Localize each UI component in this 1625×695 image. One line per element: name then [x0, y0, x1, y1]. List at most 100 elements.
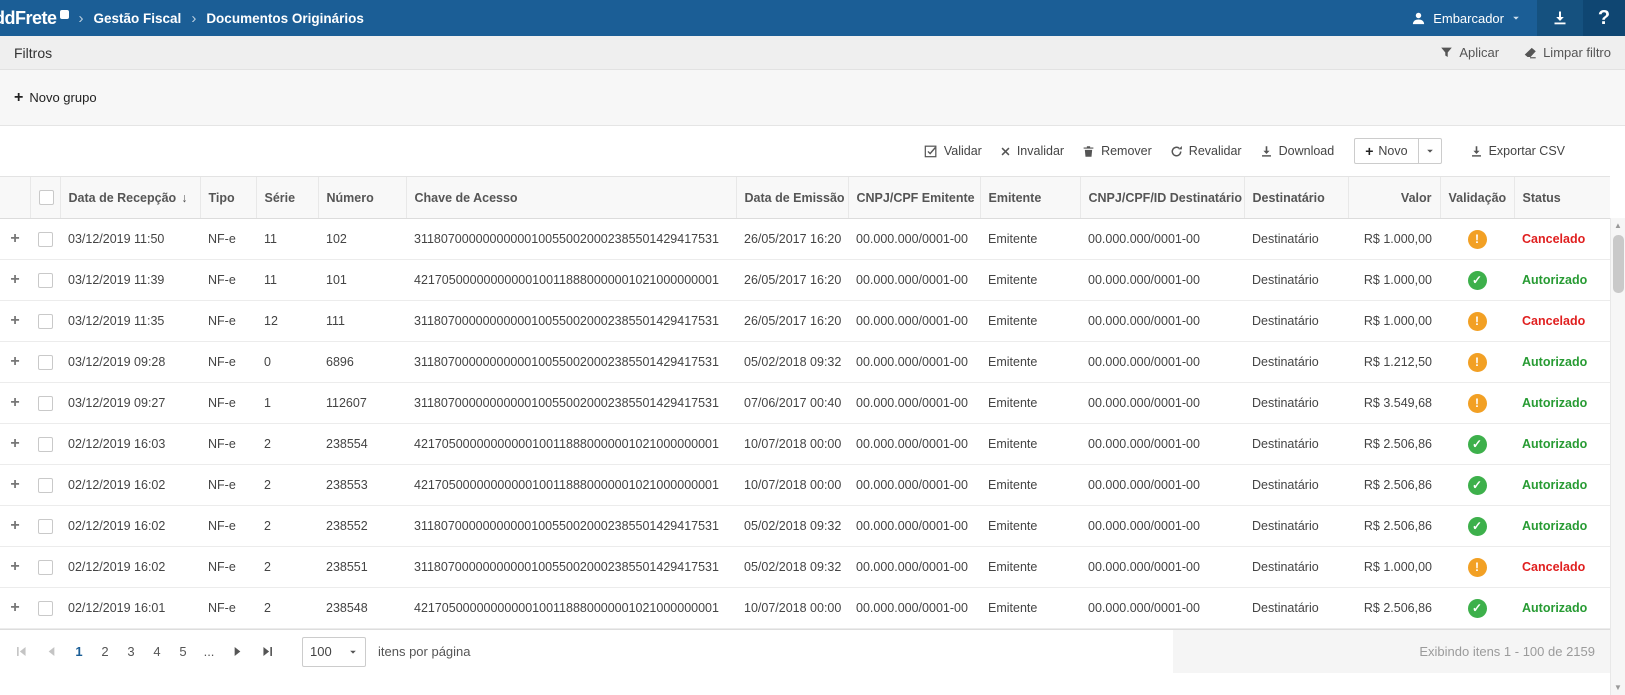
cell-validacao: ✓	[1440, 588, 1514, 629]
first-page-button[interactable]	[6, 637, 36, 667]
column-header-valor[interactable]: Valor	[1348, 177, 1440, 219]
page-button[interactable]: 4	[144, 637, 170, 667]
row-checkbox[interactable]	[38, 437, 53, 452]
cell-valor: R$ 1.000,00	[1348, 547, 1440, 588]
last-page-button[interactable]	[252, 637, 282, 667]
row-checkbox[interactable]	[38, 601, 53, 616]
new-button[interactable]: + Novo	[1355, 139, 1417, 163]
column-header-destinatario[interactable]: Destinatário	[1244, 177, 1348, 219]
checkbox-cell	[30, 506, 60, 547]
row-expand-button[interactable]: +	[10, 353, 19, 370]
scroll-down-arrow[interactable]: ▼	[1611, 680, 1625, 695]
page-size-select[interactable]: 100	[302, 637, 366, 667]
revalidate-button[interactable]: Revalidar	[1170, 144, 1242, 158]
row-expand-button[interactable]: +	[10, 394, 19, 411]
row-expand-button[interactable]: +	[10, 517, 19, 534]
cell-chave-acesso: 3118070000000000010055002000238550142941…	[406, 506, 736, 547]
export-csv-button[interactable]: Exportar CSV	[1470, 144, 1565, 158]
download-icon	[1470, 145, 1483, 158]
select-all-checkbox[interactable]	[39, 190, 54, 205]
row-checkbox[interactable]	[38, 232, 53, 247]
column-header-tipo[interactable]: Tipo	[200, 177, 256, 219]
column-header-cnpj-emitente[interactable]: CNPJ/CPF Emitente	[848, 177, 980, 219]
row-checkbox[interactable]	[38, 396, 53, 411]
table-row[interactable]: + 02/12/2019 16:02 NF-e 2 238551 3118070…	[0, 547, 1610, 588]
row-checkbox[interactable]	[38, 519, 53, 534]
table-row[interactable]: + 02/12/2019 16:02 NF-e 2 238553 4217050…	[0, 465, 1610, 506]
row-checkbox[interactable]	[38, 355, 53, 370]
row-checkbox[interactable]	[38, 560, 53, 575]
page-button[interactable]: 3	[118, 637, 144, 667]
column-header-chave[interactable]: Chave de Acesso	[406, 177, 736, 219]
cell-cnpj-destinatario: 00.000.000/0001-00	[1080, 588, 1244, 629]
download-icon	[1260, 145, 1273, 158]
row-expand-button[interactable]: +	[10, 599, 19, 616]
breadcrumb-documentos-originarios[interactable]: Documentos Originários	[206, 11, 364, 26]
table-row[interactable]: + 03/12/2019 11:39 NF-e 11 101 421705000…	[0, 260, 1610, 301]
filters-actions: Aplicar Limpar filtro	[1440, 45, 1611, 60]
cell-validacao: ✓	[1440, 424, 1514, 465]
column-header-emitente[interactable]: Emitente	[980, 177, 1080, 219]
table-row[interactable]: + 03/12/2019 09:27 NF-e 1 112607 3118070…	[0, 383, 1610, 424]
clear-filter-button[interactable]: Limpar filtro	[1523, 45, 1611, 60]
new-group-button[interactable]: + Novo grupo	[14, 90, 97, 106]
page-button[interactable]: 5	[170, 637, 196, 667]
column-header-emissao[interactable]: Data de Emissão	[736, 177, 848, 219]
refresh-icon	[1170, 145, 1183, 158]
breadcrumb-gestao-fiscal[interactable]: Gestão Fiscal	[94, 11, 182, 26]
apply-filter-button[interactable]: Aplicar	[1440, 45, 1499, 60]
row-expand-button[interactable]: +	[10, 312, 19, 329]
row-expand-button[interactable]: +	[10, 271, 19, 288]
row-expand-button[interactable]: +	[10, 435, 19, 452]
export-csv-label: Exportar CSV	[1489, 144, 1565, 158]
scroll-up-arrow[interactable]: ▲	[1611, 218, 1625, 233]
page-size-value: 100	[310, 644, 332, 659]
new-dropdown-toggle[interactable]	[1418, 139, 1441, 163]
previous-page-button[interactable]	[36, 637, 66, 667]
validate-button[interactable]: Validar	[924, 144, 982, 158]
table-row[interactable]: + 02/12/2019 16:03 NF-e 2 238554 4217050…	[0, 424, 1610, 465]
validation-icon: !	[1468, 353, 1487, 372]
row-checkbox[interactable]	[38, 314, 53, 329]
cell-cnpj-emitente: 00.000.000/0001-00	[848, 260, 980, 301]
cell-cnpj-destinatario: 00.000.000/0001-00	[1080, 260, 1244, 301]
download-button[interactable]: Download	[1260, 144, 1335, 158]
app-logo: ddFrete	[0, 8, 69, 29]
table-row[interactable]: + 03/12/2019 09:28 NF-e 0 6896 311807000…	[0, 342, 1610, 383]
column-header-data-recepcao[interactable]: Data de Recepção↓	[60, 177, 200, 219]
page-button[interactable]: 1	[66, 637, 92, 667]
scrollbar-thumb[interactable]	[1613, 235, 1624, 293]
page-size-label: itens por página	[378, 644, 471, 659]
cell-cnpj-emitente: 00.000.000/0001-00	[848, 424, 980, 465]
table-row[interactable]: + 02/12/2019 16:02 NF-e 2 238552 3118070…	[0, 506, 1610, 547]
invalidate-button[interactable]: Invalidar	[1000, 144, 1064, 158]
validation-icon: !	[1468, 312, 1487, 331]
cell-chave-acesso: 3118070000000000010055002000238550142941…	[406, 301, 736, 342]
expand-cell: +	[0, 383, 30, 424]
row-expand-button[interactable]: +	[10, 230, 19, 247]
page-button[interactable]: ...	[196, 637, 222, 667]
cell-status: Autorizado	[1514, 260, 1610, 301]
row-expand-button[interactable]: +	[10, 558, 19, 575]
vertical-scrollbar[interactable]: ▲ ▼	[1610, 218, 1625, 695]
row-checkbox[interactable]	[38, 478, 53, 493]
table-row[interactable]: + 02/12/2019 16:01 NF-e 2 238548 4217050…	[0, 588, 1610, 629]
app-logo-mark-icon	[60, 10, 69, 19]
column-header-validacao[interactable]: Validação	[1440, 177, 1514, 219]
expand-cell: +	[0, 342, 30, 383]
column-header-numero[interactable]: Número	[318, 177, 406, 219]
row-expand-button[interactable]: +	[10, 476, 19, 493]
table-row[interactable]: + 03/12/2019 11:50 NF-e 11 102 311807000…	[0, 219, 1610, 260]
column-header-status[interactable]: Status	[1514, 177, 1610, 219]
remove-button[interactable]: Remover	[1082, 144, 1152, 158]
help-button[interactable]: ?	[1583, 0, 1625, 36]
page-button[interactable]: 2	[92, 637, 118, 667]
cell-valor: R$ 2.506,86	[1348, 465, 1440, 506]
next-page-button[interactable]	[222, 637, 252, 667]
user-menu[interactable]: Embarcador	[1395, 0, 1537, 36]
table-row[interactable]: + 03/12/2019 11:35 NF-e 12 111 311807000…	[0, 301, 1610, 342]
topbar-download-button[interactable]	[1537, 0, 1583, 36]
column-header-cnpj-destinatario[interactable]: CNPJ/CPF/ID Destinatário	[1080, 177, 1244, 219]
column-header-serie[interactable]: Série	[256, 177, 318, 219]
row-checkbox[interactable]	[38, 273, 53, 288]
